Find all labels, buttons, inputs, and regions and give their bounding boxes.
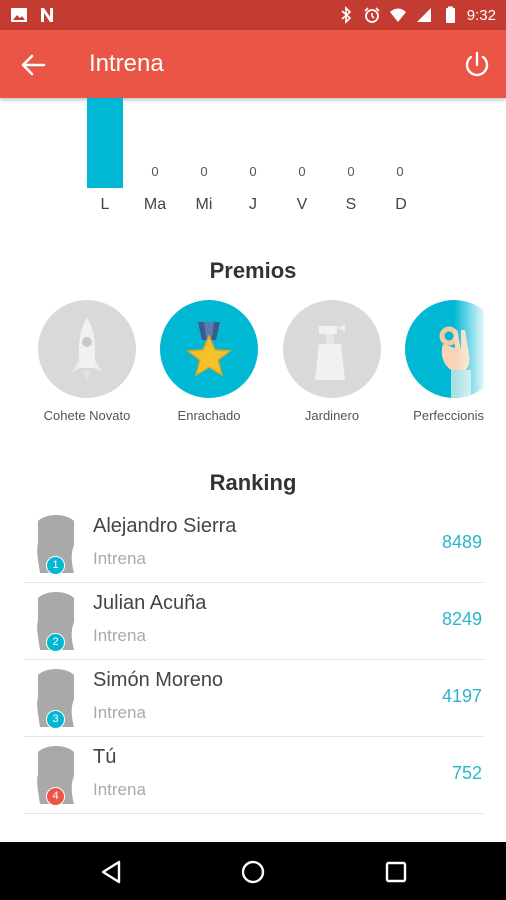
chart-label-d: D <box>395 196 407 213</box>
rocket-icon <box>72 318 102 382</box>
user-name: Tú <box>93 746 117 768</box>
home-circle-icon[interactable] <box>239 858 267 886</box>
user-name: Julian Acuña <box>93 592 207 614</box>
chart-label-s: S <box>345 196 357 213</box>
award-item[interactable]: Jardinero <box>272 300 392 423</box>
user-name: Simón Moreno <box>93 669 224 691</box>
power-icon[interactable] <box>460 48 494 82</box>
list-item[interactable]: 4 Tú Intrena 752 <box>24 737 484 814</box>
chart-value-j: 0 <box>249 164 257 179</box>
user-score: 4197 <box>441 686 482 706</box>
alarm-icon <box>364 7 380 23</box>
image-icon <box>11 8 27 22</box>
chart-value-v: 0 <box>298 164 306 179</box>
rank-badge: 2 <box>46 633 65 652</box>
award-item[interactable]: Enrachado <box>149 300 269 423</box>
list-item[interactable]: 2 Julian Acuña Intrena 8249 <box>24 583 484 660</box>
app-bar: Intrena <box>0 30 506 98</box>
bluetooth-icon <box>341 6 351 24</box>
user-score: 752 <box>451 763 482 783</box>
chart-bar-l <box>87 98 123 188</box>
award-label: Jardinero <box>304 408 360 423</box>
award-badge <box>38 300 136 398</box>
page-title: Intrena <box>89 50 164 77</box>
status-bar: 9:32 <box>0 0 506 30</box>
list-item[interactable]: 1 Alejandro Sierra Intrena 8489 <box>24 506 484 583</box>
rank-badge: 4 <box>46 787 65 806</box>
system-nav-bar <box>0 842 506 900</box>
list-item[interactable]: 3 Simón Moreno Intrena 4197 <box>24 660 484 737</box>
rank-badge: 1 <box>46 556 65 575</box>
award-label: Perfeccionista <box>413 408 484 423</box>
award-label: Cohete Novato <box>43 408 131 423</box>
chart-value-d: 0 <box>396 164 404 179</box>
back-triangle-icon[interactable] <box>97 858 125 886</box>
awards-heading: Premios <box>209 258 297 283</box>
chart-label-j: J <box>249 196 257 213</box>
battery-icon <box>445 6 455 23</box>
awards-carousel[interactable]: Cohete Novato Enrachado Jardinero Perfec… <box>0 300 484 430</box>
ranking-list: 1 Alejandro Sierra Intrena 8489 2 Julian… <box>24 506 484 814</box>
user-subtitle: Intrena <box>93 780 146 799</box>
chart-value-mi: 0 <box>200 164 208 179</box>
award-badge <box>160 300 258 398</box>
medal-star-icon <box>185 322 233 377</box>
carousel-fade <box>454 300 484 400</box>
chart-value-ma: 0 <box>151 164 159 179</box>
rank-badge: 3 <box>46 710 65 729</box>
status-time: 9:32 <box>466 6 496 24</box>
award-badge <box>283 300 381 398</box>
user-name: Alejandro Sierra <box>93 515 237 537</box>
user-score: 8489 <box>441 532 482 552</box>
user-score: 8249 <box>441 609 482 629</box>
wifi-icon <box>389 8 406 22</box>
user-subtitle: Intrena <box>93 703 146 722</box>
n-icon <box>41 8 53 22</box>
user-subtitle: Intrena <box>93 626 146 645</box>
chart-label-v: V <box>296 196 308 213</box>
spray-bottle-icon <box>315 324 345 380</box>
chart-value-s: 0 <box>347 164 355 179</box>
recents-square-icon[interactable] <box>382 858 410 886</box>
user-subtitle: Intrena <box>93 549 146 568</box>
award-label: Enrachado <box>177 408 241 423</box>
arrow-left-icon[interactable] <box>16 48 50 82</box>
weekly-chart: 0 0 0 0 0 0 L Ma Mi J V S D <box>0 98 506 228</box>
chart-label-mi: Mi <box>195 196 213 213</box>
chart-label-ma: Ma <box>143 196 167 213</box>
chart-label-l: L <box>100 196 110 213</box>
ranking-heading: Ranking <box>209 470 297 495</box>
signal-icon <box>416 8 431 22</box>
award-item[interactable]: Cohete Novato <box>27 300 147 423</box>
